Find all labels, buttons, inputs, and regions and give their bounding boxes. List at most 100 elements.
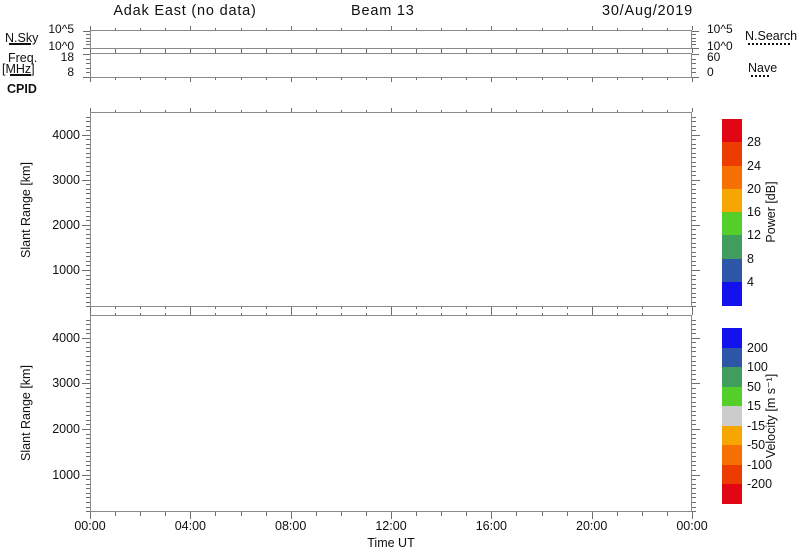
colorbar-tick-label: 24: [747, 158, 761, 173]
y-axis-tick: [86, 493, 90, 494]
x-axis-tick: [190, 311, 191, 315]
x-axis-tick: [466, 78, 467, 80]
x-axis-tick: [341, 307, 342, 309]
y-axis-tick: [86, 415, 90, 416]
x-axis-tick: [516, 512, 517, 516]
y-axis-tick: [86, 447, 90, 448]
strip-y-tick: [83, 31, 90, 32]
y-axis-tick: [692, 229, 696, 230]
x-axis-tick: [366, 110, 367, 112]
x-axis-tick: [617, 307, 618, 309]
x-axis-tick: [90, 78, 91, 82]
x-tick-label: 00:00: [74, 519, 106, 533]
y-axis-tick: [86, 265, 90, 266]
y-axis-tick: [86, 465, 90, 466]
x-axis-tick: [165, 512, 166, 516]
radar-summary-plot: Adak East (no data) Beam 13 30/Aug/2019 …: [0, 0, 800, 554]
y-axis-tick: [692, 507, 696, 508]
x-tick-label: 08:00: [275, 519, 307, 533]
x-axis-tick: [567, 51, 568, 53]
y-axis-tick: [692, 180, 700, 181]
strip-y-tick: [86, 68, 90, 69]
x-axis-tick: [516, 313, 517, 315]
y-axis-tick: [692, 288, 696, 289]
y-axis-tick: [692, 234, 696, 235]
y-axis-tick: [692, 406, 696, 407]
colorbar-segment: [722, 328, 742, 349]
strip-y-tick: [83, 77, 90, 78]
power-yaxis-label: Slant Range [km]: [19, 162, 33, 258]
y-axis-tick: [86, 139, 90, 140]
y-axis-tick: [86, 247, 90, 248]
y-axis-tick: [692, 361, 696, 362]
y-axis-tick: [82, 135, 90, 136]
y-axis-tick: [86, 511, 90, 512]
y-axis-tick: [692, 497, 696, 498]
strip-y-tick: [86, 63, 90, 64]
x-tick-label: 04:00: [174, 519, 206, 533]
colorbar-tick-label: 200: [747, 340, 768, 355]
nsearch-dotted-line-sample: [748, 43, 790, 45]
x-axis-tick: [466, 51, 467, 53]
colorbar-segment: [722, 119, 742, 143]
colorbar-tick-label: -100: [747, 457, 773, 472]
x-axis-tick: [115, 307, 116, 309]
x-axis-tick: [165, 78, 166, 80]
y-tick-label: 1000: [52, 467, 80, 482]
y-axis-tick: [86, 393, 90, 394]
y-axis-tick: [86, 365, 90, 366]
y-axis-tick: [86, 434, 90, 435]
x-axis-tick: [567, 110, 568, 112]
y-axis-tick: [692, 265, 696, 266]
y-axis-tick: [86, 488, 90, 489]
x-axis-tick: [692, 26, 693, 30]
x-axis-tick: [291, 78, 292, 82]
colorbar-tick-label: 4: [747, 274, 754, 289]
cpid-label: CPID: [7, 82, 37, 96]
x-axis-tick: [441, 313, 442, 315]
nsky-solid-line-sample: [9, 43, 31, 45]
y-axis-tick: [692, 306, 696, 307]
y-axis-tick: [692, 324, 696, 325]
x-axis-tick: [567, 313, 568, 315]
y-axis-tick: [692, 429, 700, 430]
y-axis-tick: [692, 225, 700, 226]
y-axis-tick: [692, 256, 696, 257]
y-axis-tick: [86, 153, 90, 154]
y-axis-tick: [86, 256, 90, 257]
x-axis-tick: [642, 110, 643, 112]
y-axis-tick: [82, 225, 90, 226]
x-axis-tick: [542, 307, 543, 309]
freq-right-tick-bottom: 0: [707, 65, 714, 79]
y-axis-tick: [86, 351, 90, 352]
y-axis-tick: [692, 189, 696, 190]
x-axis-tick: [291, 26, 292, 30]
y-axis-tick: [692, 153, 696, 154]
x-axis-tick: [341, 51, 342, 53]
nsky-panel: [90, 30, 692, 49]
y-axis-tick: [86, 288, 90, 289]
x-axis-tick: [542, 512, 543, 516]
y-axis-tick: [692, 347, 696, 348]
x-axis-tick: [266, 512, 267, 516]
x-axis-tick: [316, 110, 317, 112]
y-axis-tick: [86, 293, 90, 294]
strip-y-tick: [692, 41, 696, 42]
strip-y-tick: [86, 44, 90, 45]
x-axis-tick: [115, 78, 116, 80]
x-axis-tick: [215, 512, 216, 516]
x-axis-tick: [341, 28, 342, 30]
x-axis-tick: [692, 78, 693, 82]
y-axis-tick: [82, 270, 90, 271]
nave-dotted-line-sample: [751, 75, 769, 77]
colorbar-segment: [722, 258, 742, 283]
y-axis-tick: [86, 130, 90, 131]
x-axis-tick: [366, 512, 367, 516]
page-title: Adak East (no data): [113, 3, 257, 19]
colorbar-segment: [722, 425, 742, 446]
y-axis-tick: [86, 370, 90, 371]
strip-y-tick: [83, 54, 90, 55]
x-axis-tick: [366, 28, 367, 30]
y-axis-tick: [692, 157, 696, 158]
x-axis-tick: [190, 49, 191, 53]
